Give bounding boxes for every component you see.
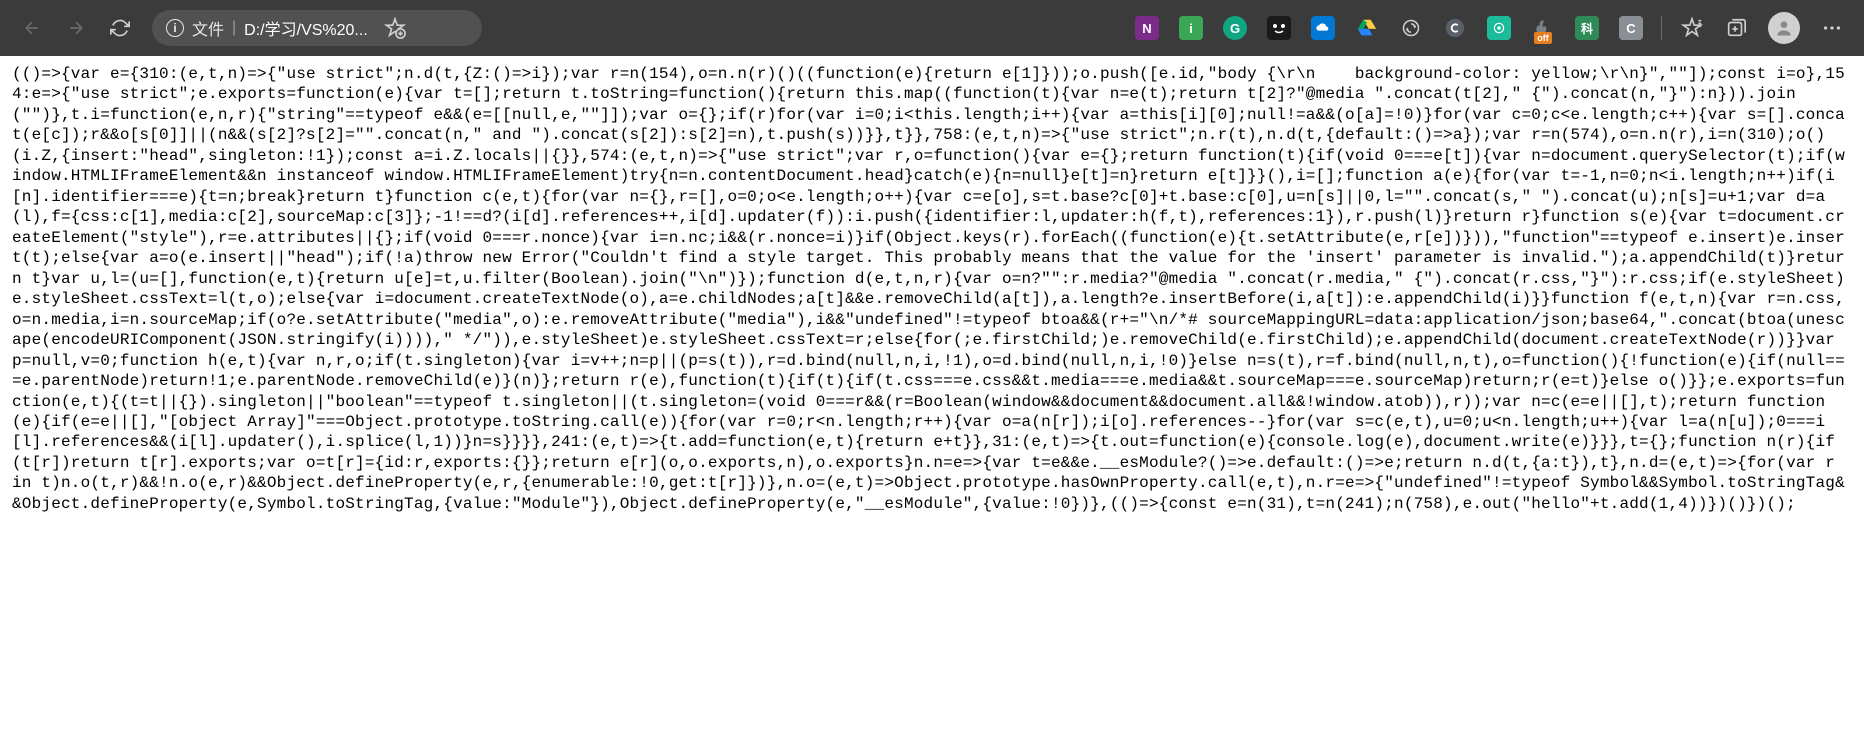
ext-target[interactable] (1479, 8, 1519, 48)
menu-button[interactable] (1812, 8, 1852, 48)
ext-off-badge: off (1534, 32, 1552, 44)
copilot-icon: C (1619, 16, 1643, 40)
dots-icon (1821, 17, 1843, 39)
arrow-right-icon (66, 18, 86, 38)
forward-button[interactable] (56, 8, 96, 48)
add-favorite-button[interactable] (384, 17, 406, 39)
star-list-icon (1681, 17, 1703, 39)
sync-circle-icon (1401, 18, 1421, 38)
circle-c-icon (1444, 17, 1466, 39)
collections-button[interactable] (1716, 8, 1756, 48)
ext-face[interactable] (1259, 8, 1299, 48)
face-icon (1267, 16, 1291, 40)
grammarly-icon: G (1223, 16, 1247, 40)
star-plus-icon (384, 17, 406, 39)
target-icon (1487, 16, 1511, 40)
onenote-icon: N (1135, 16, 1159, 40)
info-square-icon: i (1179, 16, 1203, 40)
toolbar-divider (1661, 16, 1662, 40)
ext-copilot[interactable]: C (1611, 8, 1651, 48)
ext-drive[interactable] (1347, 8, 1387, 48)
person-icon (1774, 18, 1794, 38)
ext-sync[interactable] (1391, 8, 1431, 48)
address-separator: | (232, 19, 236, 37)
profile-avatar[interactable] (1768, 12, 1800, 44)
page-content: (()=>{var e={310:(e,t,n)=>{"use strict";… (0, 56, 1864, 522)
arrow-left-icon (22, 18, 42, 38)
favorites-button[interactable] (1672, 8, 1712, 48)
back-button[interactable] (12, 8, 52, 48)
refresh-icon (110, 18, 130, 38)
address-url: D:/学习/VS%20... (244, 16, 368, 40)
browser-toolbar: i 文件 | D:/学习/VS%20... N i G (0, 0, 1864, 56)
ext-fire[interactable]: off (1523, 8, 1563, 48)
ext-circle-c[interactable] (1435, 8, 1475, 48)
ext-ke[interactable]: 科 (1567, 8, 1607, 48)
collections-icon (1725, 17, 1747, 39)
ext-onenote[interactable]: N (1127, 8, 1167, 48)
ke-icon: 科 (1575, 16, 1599, 40)
address-bar[interactable]: i 文件 | D:/学习/VS%20... (152, 10, 482, 46)
ext-grammarly[interactable]: G (1215, 8, 1255, 48)
refresh-button[interactable] (100, 8, 140, 48)
cloud-icon (1311, 16, 1335, 40)
drive-icon (1356, 17, 1378, 39)
ext-cloud[interactable] (1303, 8, 1343, 48)
address-scheme-label: 文件 (192, 16, 224, 40)
site-info-icon[interactable]: i (166, 19, 184, 37)
ext-info[interactable]: i (1171, 8, 1211, 48)
